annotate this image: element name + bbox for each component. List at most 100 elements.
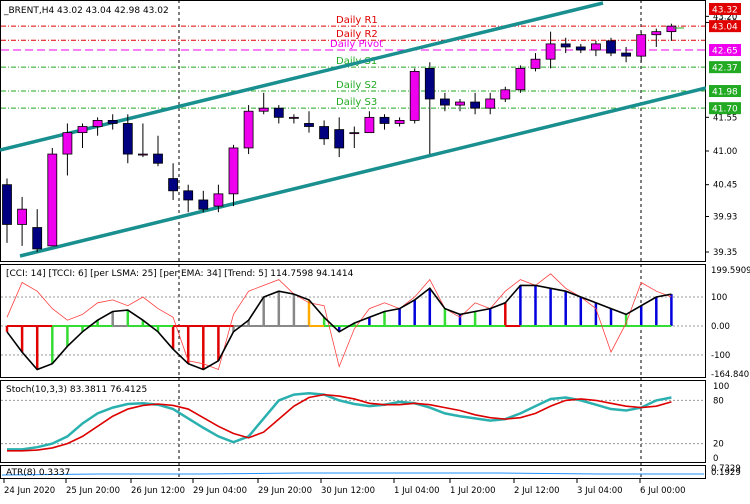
time-tick-label: 6 Jul 00:00 — [640, 486, 686, 496]
level-label: Daily R1 — [336, 15, 378, 26]
pivot-levels: Daily R2Daily R1Daily PivotDaily S1Daily… — [1, 15, 705, 109]
time-tick-label: 30 Jun 12:00 — [321, 486, 375, 496]
price-tick-label: 41.00 — [713, 147, 737, 157]
candle-body — [636, 34, 647, 57]
candle-body — [530, 58, 541, 69]
candle-body — [470, 101, 481, 109]
price-tick-label: 39.35 — [713, 248, 737, 258]
candle-body — [243, 110, 254, 149]
cci-tick-label: -164.840 — [711, 370, 749, 380]
candle-body — [273, 107, 284, 118]
time-tick-label: 2 Jul 12:00 — [514, 486, 560, 496]
candle-body — [515, 67, 526, 91]
time-tick-label: 24 Jun 2020 — [4, 486, 55, 496]
candle-body — [2, 184, 12, 225]
candle-body — [349, 132, 360, 135]
candle-body — [545, 43, 556, 60]
time-tick-label: 1 Jul 04:00 — [394, 486, 440, 496]
time-tick-label: 3 Jul 04:00 — [577, 486, 623, 496]
candle-body — [364, 116, 375, 134]
candle-body — [168, 178, 179, 192]
stoch-signal-line — [7, 393, 672, 452]
price-tick-label: 41.55 — [713, 113, 737, 123]
candle-body — [560, 43, 571, 48]
channel-upper-line[interactable] — [0, 1, 604, 152]
time-tick-label: 26 Jun 12:00 — [131, 486, 185, 496]
stoch-title: Stoch(10,3,3) 83.3811 76.4125 — [6, 385, 147, 395]
candle-body — [334, 129, 345, 149]
candle-body — [575, 46, 586, 51]
candle-body — [107, 120, 118, 124]
candle-body — [77, 126, 88, 134]
candle-body — [424, 67, 435, 100]
candle-body — [47, 153, 58, 247]
candle-body — [198, 199, 209, 210]
candle-body — [439, 98, 450, 106]
candle-body — [379, 116, 390, 124]
price-axis: 43.2043.1041.5541.0040.4539.9339.3543.32… — [705, 3, 741, 258]
price-tick-label: 40.45 — [713, 181, 737, 191]
candle-body — [17, 208, 28, 225]
chart-title: _BRENT,H4 43.02 43.04 42.98 43.02 — [3, 6, 169, 16]
candle-body — [591, 43, 601, 51]
price-label-text: 43.04 — [712, 23, 738, 33]
candle-body — [228, 147, 239, 195]
time-tick-label: 25 Jun 20:00 — [66, 486, 120, 496]
candle-body — [137, 153, 148, 156]
time-tick-label: 1 Jul 20:00 — [450, 486, 496, 496]
price-label-text: 41.98 — [712, 88, 738, 98]
candle-body — [183, 190, 194, 201]
candle-body — [394, 120, 405, 124]
cci-tick-label: 199.5909 — [711, 266, 750, 276]
channel-lower-line[interactable] — [19, 86, 706, 258]
stoch-tick-label: 80 — [713, 396, 724, 406]
stoch-tick-label: 20 — [713, 440, 724, 450]
atr-pane-frame — [0, 465, 706, 479]
candle-body — [304, 123, 314, 127]
candle-body — [258, 107, 269, 112]
price-label-text: 42.65 — [712, 47, 738, 57]
price-label-text: 43.32 — [712, 6, 738, 16]
candle-body — [32, 227, 43, 250]
candle-body — [62, 132, 73, 155]
chart-window: Daily R2Daily R1Daily PivotDaily S1Daily… — [0, 0, 750, 500]
stoch-main-line — [7, 391, 672, 451]
candle-body — [92, 120, 103, 127]
level-label: Daily Pivot — [330, 39, 383, 50]
stoch-tick-label: 100 — [713, 382, 729, 392]
cci-tick-label: -100 — [711, 351, 730, 361]
time-tick-label: 29 Jun 04:00 — [193, 486, 247, 496]
cci-tick-label: 100 — [711, 293, 727, 303]
price-label-text: 41.70 — [712, 105, 738, 115]
stoch-lines — [7, 391, 672, 452]
stoch-axis: 100 80 20 0 — [713, 382, 729, 464]
cci-histogram — [5, 285, 673, 370]
candle-body — [288, 116, 299, 119]
candle-body — [153, 153, 163, 164]
candle-body — [651, 31, 662, 36]
level-label: Daily S2 — [336, 80, 377, 91]
atr-axis: 0.73290.1929 — [711, 464, 741, 478]
candle-body — [213, 193, 224, 207]
candle-body — [666, 25, 677, 33]
cci-pane-frame — [0, 264, 706, 378]
candle-body — [606, 40, 616, 54]
main-title: _BRENT,H4 43.02 43.04 42.98 43.02 — [3, 6, 169, 16]
atr-tick-label: 0.1929 — [711, 468, 741, 478]
cci-title: [CCI: 14] [TCCI: 6] [per LSMA: 25] [per … — [6, 269, 354, 279]
time-tick-label: 29 Jun 20:00 — [258, 486, 312, 496]
candle-body — [621, 52, 631, 57]
price-label-text: 42.37 — [712, 64, 738, 74]
time-axis: 24 Jun 2020 25 Jun 20:00 26 Jun 12:00 29 Ju… — [3, 479, 686, 496]
candle-body — [409, 71, 420, 121]
price-tick-label: 39.93 — [713, 212, 737, 222]
candle-body — [455, 101, 465, 106]
candle-body — [122, 123, 133, 155]
candle-body — [500, 89, 511, 100]
atr-line — [1, 472, 704, 476]
candle-body — [485, 98, 496, 109]
level-label: Daily S3 — [336, 97, 377, 108]
stoch-tick-label: 0 — [713, 454, 718, 464]
atr-title: ATR(8) 0.3337 — [6, 468, 70, 478]
cci-tick-label: 0.00 — [711, 322, 730, 332]
